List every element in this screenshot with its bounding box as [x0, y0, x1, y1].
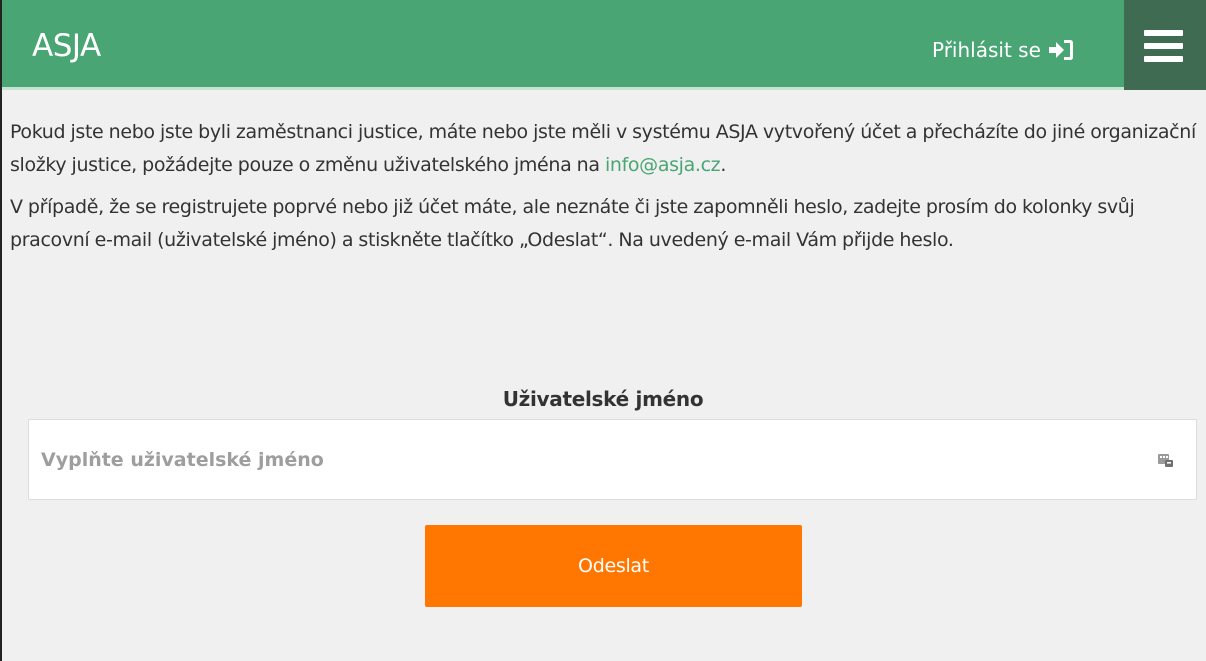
username-label: Uživatelské jméno	[502, 387, 704, 411]
main-content: Pokud jste nebo jste byli zaměstnanci ju…	[10, 116, 1200, 257]
password-manager-icon[interactable]	[1157, 451, 1174, 468]
hamburger-menu-icon	[1144, 30, 1183, 36]
intro-paragraph-1: Pokud jste nebo jste byli zaměstnanci ju…	[10, 116, 1200, 182]
intro-paragraph-2: V případě, že se registrujete poprvé neb…	[10, 196, 1135, 251]
submit-button[interactable]: Odeslat	[425, 525, 802, 607]
intro-paragraph-1-text: Pokud jste nebo jste byli zaměstnanci ju…	[10, 121, 1196, 176]
username-input[interactable]	[29, 420, 1196, 499]
support-email-link[interactable]: info@asja.cz	[605, 154, 721, 176]
login-link[interactable]: Přihlásit se	[932, 38, 1074, 62]
intro-paragraph-1-end: .	[720, 154, 727, 176]
hamburger-menu-icon	[1144, 43, 1183, 49]
brand-logo-text[interactable]: ASJA	[32, 28, 101, 64]
sign-in-icon	[1048, 40, 1073, 60]
login-link-label: Přihlásit se	[932, 38, 1041, 62]
hamburger-menu-icon	[1144, 56, 1183, 62]
username-field-wrapper	[28, 419, 1197, 500]
top-navbar: ASJA Přihlásit se	[2, 0, 1206, 90]
window-left-border	[0, 0, 2, 661]
hamburger-menu-button[interactable]	[1124, 0, 1206, 90]
